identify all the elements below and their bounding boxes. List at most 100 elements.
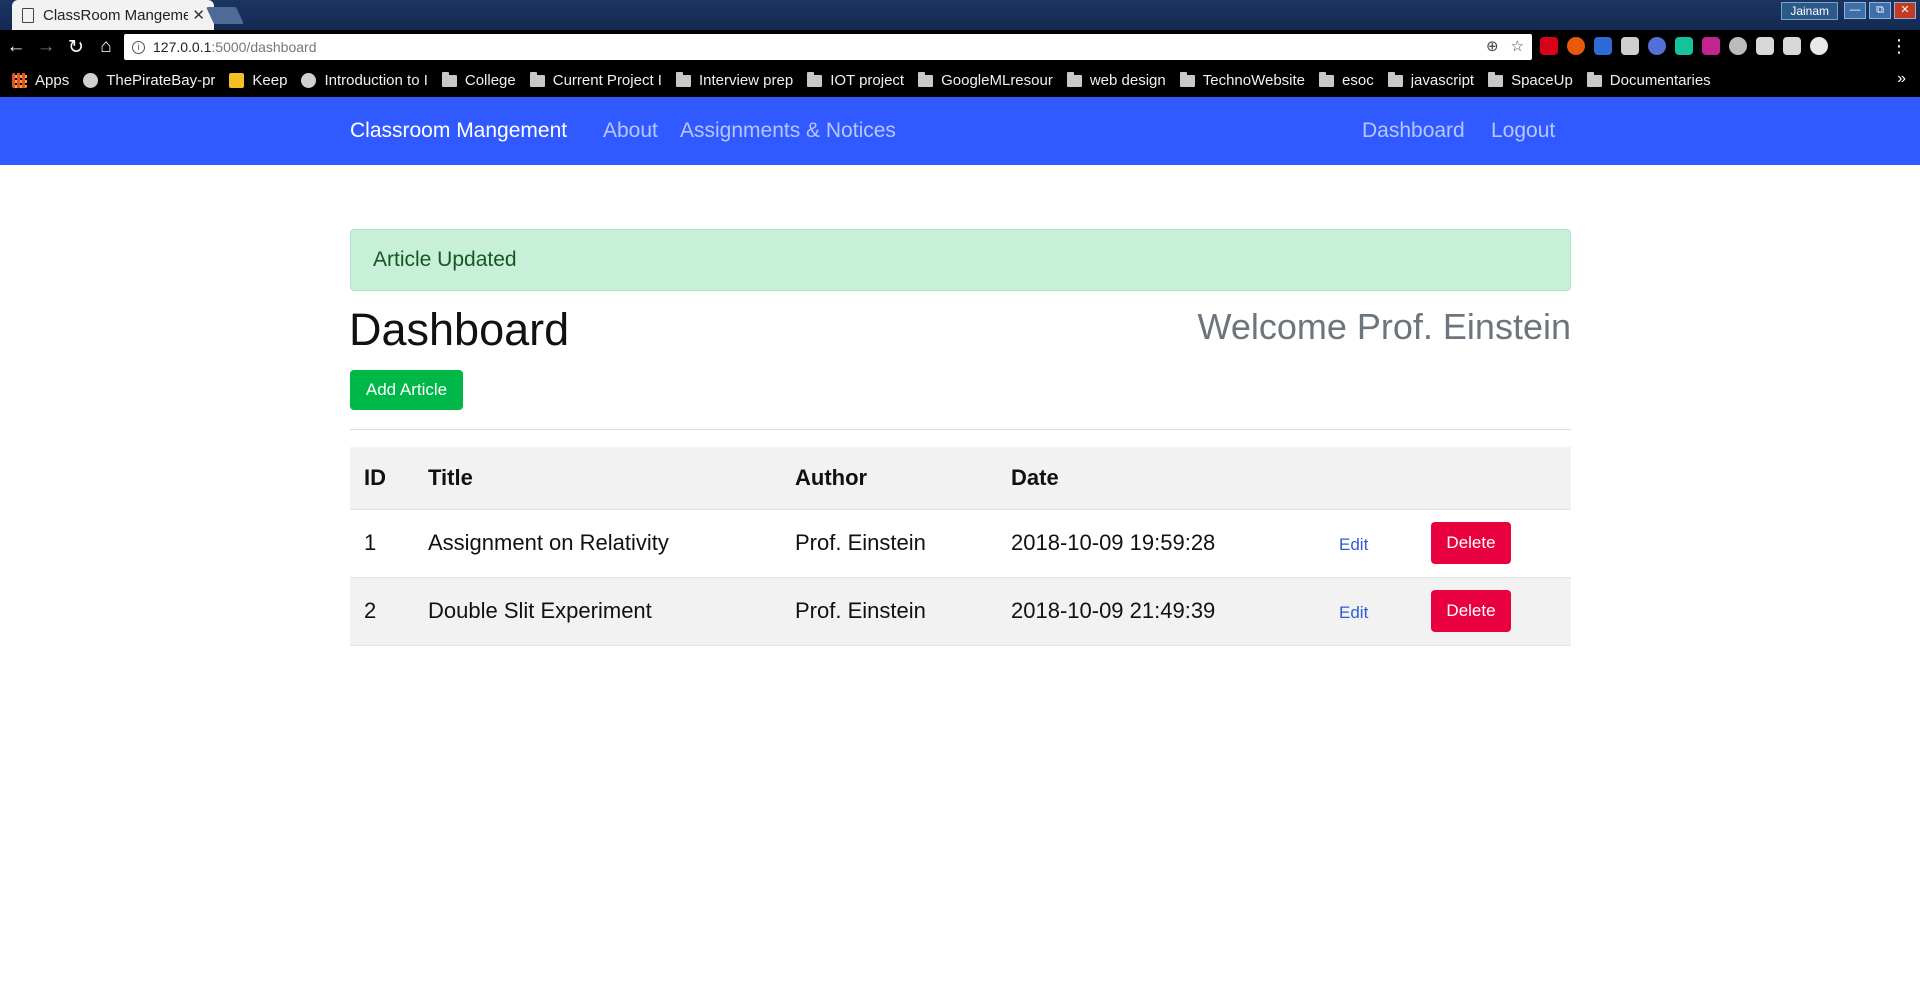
bookmark-label: College bbox=[464, 72, 516, 89]
table-row: 1 Assignment on Relativity Prof. Einstei… bbox=[350, 509, 1571, 578]
bookmark-label: Apps bbox=[35, 72, 70, 89]
nav-link-dashboard[interactable]: Dashboard bbox=[1362, 119, 1465, 143]
column-header-edit bbox=[1317, 447, 1417, 510]
cell-id: 2 bbox=[350, 577, 414, 646]
bookmark-label: Current Project I bbox=[552, 72, 662, 89]
folder-icon bbox=[675, 71, 691, 87]
bookmark-star-icon[interactable]: ☆ bbox=[1511, 37, 1524, 55]
back-arrow-icon[interactable]: ← bbox=[2, 36, 30, 58]
more-bookmarks-icon[interactable]: » bbox=[1897, 70, 1906, 88]
bookmark-label: esoc bbox=[1342, 72, 1374, 89]
extension-icon[interactable] bbox=[1675, 37, 1693, 55]
add-article-button[interactable]: Add Article bbox=[350, 370, 463, 410]
window-controls: — ⧉ ✕ bbox=[1844, 2, 1916, 19]
bookmark-item[interactable]: web design bbox=[1066, 71, 1166, 89]
bookmark-label: web design bbox=[1089, 72, 1166, 89]
extension-icon[interactable] bbox=[1810, 37, 1828, 55]
edit-link[interactable]: Edit bbox=[1339, 603, 1368, 622]
bookmark-item[interactable]: SpaceUp bbox=[1488, 71, 1573, 89]
close-window-button[interactable]: ✕ bbox=[1894, 2, 1916, 19]
bookmark-item[interactable]: esoc bbox=[1319, 71, 1374, 89]
forward-arrow-icon[interactable]: → bbox=[32, 36, 60, 58]
extension-icon[interactable] bbox=[1783, 37, 1801, 55]
cell-date: 2018-10-09 21:49:39 bbox=[997, 577, 1317, 646]
browser-toolbar: ← → ↻ ⌂ i 127.0.0.1:5000/dashboard ⊕ ☆ ⋮ bbox=[0, 30, 1920, 64]
bookmark-item[interactable]: Documentaries bbox=[1586, 71, 1711, 89]
bookmark-item[interactable]: Current Project I bbox=[529, 71, 662, 89]
navbar-brand[interactable]: Classroom Mangement bbox=[350, 119, 567, 143]
extension-icon[interactable] bbox=[1540, 37, 1558, 55]
bookmark-item[interactable]: TechnoWebsite bbox=[1179, 71, 1305, 89]
column-header-delete bbox=[1417, 447, 1571, 510]
bookmark-item[interactable]: ThePirateBay-pr bbox=[83, 72, 215, 89]
bookmark-item[interactable]: Introduction to I bbox=[301, 72, 428, 89]
nav-link-assignments[interactable]: Assignments & Notices bbox=[680, 119, 896, 143]
bookmark-item[interactable]: Apps bbox=[12, 72, 69, 89]
cell-edit: Edit bbox=[1317, 577, 1417, 646]
table-header-row: ID Title Author Date bbox=[350, 447, 1571, 510]
tab-close-icon[interactable]: ✕ bbox=[192, 6, 205, 24]
success-alert: Article Updated bbox=[350, 229, 1571, 291]
bookmark-item[interactable]: IOT project bbox=[807, 71, 904, 89]
extension-icon[interactable] bbox=[1621, 37, 1639, 55]
folder-icon bbox=[807, 71, 823, 87]
welcome-message: Welcome Prof. Einstein bbox=[1197, 306, 1571, 347]
minimize-button[interactable]: — bbox=[1844, 2, 1866, 19]
profile-badge[interactable]: Jainam bbox=[1781, 2, 1838, 20]
cell-author: Prof. Einstein bbox=[781, 577, 997, 646]
reload-icon[interactable]: ↻ bbox=[62, 36, 90, 59]
bookmark-label: javascript bbox=[1410, 72, 1475, 89]
site-icon bbox=[301, 73, 317, 88]
browser-tab[interactable]: ClassRoom Mangement ✕ bbox=[12, 0, 214, 30]
folder-icon bbox=[1387, 71, 1403, 87]
cell-delete: Delete bbox=[1417, 509, 1571, 578]
tab-title: ClassRoom Mangement bbox=[43, 6, 188, 24]
folder-icon bbox=[529, 71, 545, 87]
menu-kebab-icon[interactable]: ⋮ bbox=[1890, 36, 1908, 57]
nav-link-about[interactable]: About bbox=[603, 119, 658, 143]
table-row: 2 Double Slit Experiment Prof. Einstein … bbox=[350, 577, 1571, 646]
bookmark-label: Interview prep bbox=[698, 72, 794, 89]
bookmark-item[interactable]: javascript bbox=[1387, 71, 1475, 89]
cell-author: Prof. Einstein bbox=[781, 509, 997, 578]
bookmark-label: SpaceUp bbox=[1511, 72, 1573, 89]
extension-icon[interactable] bbox=[1756, 37, 1774, 55]
site-info-icon[interactable]: i bbox=[132, 40, 145, 54]
page-title: Dashboard bbox=[349, 304, 570, 355]
browser-titlebar: ClassRoom Mangement ✕ Jainam — ⧉ ✕ bbox=[0, 0, 1920, 30]
bookmark-item[interactable]: Keep bbox=[229, 72, 287, 89]
divider bbox=[350, 429, 1571, 430]
home-icon[interactable]: ⌂ bbox=[92, 36, 120, 58]
url-host: 127.0.0.1 bbox=[153, 39, 212, 55]
extension-icon[interactable] bbox=[1702, 37, 1720, 55]
folder-icon bbox=[1586, 71, 1602, 87]
bookmark-label: Documentaries bbox=[1609, 72, 1711, 89]
folder-icon bbox=[441, 71, 457, 87]
cell-title: Assignment on Relativity bbox=[414, 509, 781, 578]
extension-icon[interactable] bbox=[1729, 37, 1747, 55]
bookmark-label: Introduction to I bbox=[324, 72, 428, 89]
folder-icon bbox=[1066, 71, 1082, 87]
url-path: :5000/dashboard bbox=[211, 39, 317, 55]
cell-id: 1 bbox=[350, 509, 414, 578]
site-navbar: Classroom Mangement About Assignments & … bbox=[0, 97, 1920, 165]
delete-button[interactable]: Delete bbox=[1431, 590, 1511, 632]
bookmark-label: Keep bbox=[252, 72, 288, 89]
extension-icon[interactable] bbox=[1567, 37, 1585, 55]
address-bar[interactable]: i 127.0.0.1:5000/dashboard ⊕ ☆ bbox=[124, 34, 1532, 60]
nav-link-logout[interactable]: Logout bbox=[1491, 119, 1555, 143]
restore-button[interactable]: ⧉ bbox=[1869, 2, 1891, 19]
edit-link[interactable]: Edit bbox=[1339, 535, 1368, 554]
bookmark-item[interactable]: GoogleMLresour bbox=[918, 71, 1053, 89]
cell-date: 2018-10-09 19:59:28 bbox=[997, 509, 1317, 578]
articles-table: ID Title Author Date 1 Assignment on Rel… bbox=[350, 447, 1571, 646]
cell-edit: Edit bbox=[1317, 509, 1417, 578]
extension-icon[interactable] bbox=[1648, 37, 1666, 55]
extension-icon[interactable] bbox=[1594, 37, 1612, 55]
folder-icon bbox=[918, 71, 934, 87]
delete-button[interactable]: Delete bbox=[1431, 522, 1511, 564]
apps-grid-icon bbox=[12, 73, 27, 88]
zoom-icon[interactable]: ⊕ bbox=[1486, 37, 1499, 55]
bookmark-item[interactable]: Interview prep bbox=[675, 71, 794, 89]
bookmark-item[interactable]: College bbox=[441, 71, 516, 89]
